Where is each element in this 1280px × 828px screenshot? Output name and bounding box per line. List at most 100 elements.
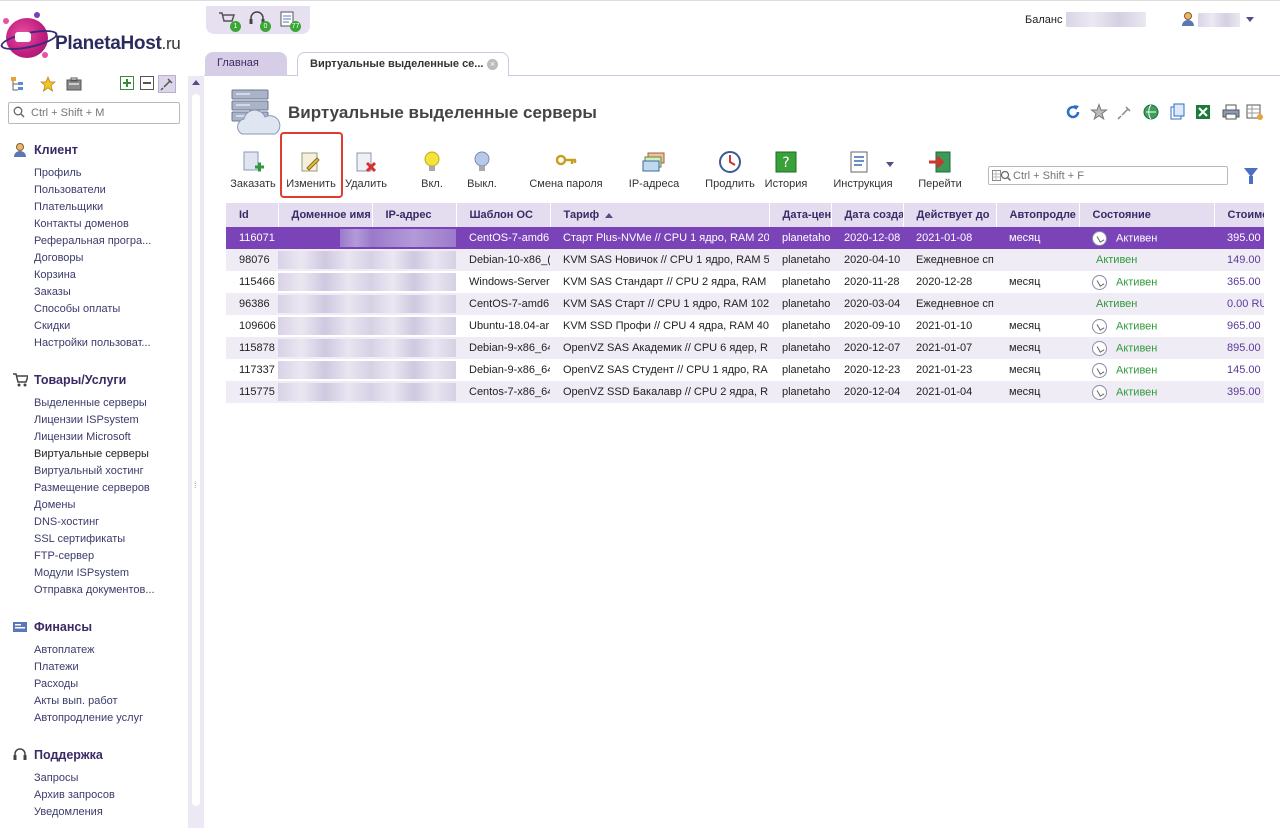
headset-icon xyxy=(12,747,28,763)
col-tariff[interactable]: Тариф xyxy=(550,203,770,227)
nav-item-virtual-hosting[interactable]: Виртуальный хостинг xyxy=(12,463,184,480)
scroll-up-arrow[interactable] xyxy=(192,80,200,85)
nav-item-ispsystem-licenses[interactable]: Лицензии ISPsystem xyxy=(12,412,184,429)
nav-item-ispsystem-modules[interactable]: Модули ISPsystem xyxy=(12,565,184,582)
excel-icon[interactable] xyxy=(1194,103,1212,121)
nav-item-ftp[interactable]: FTP-сервер xyxy=(12,548,184,565)
history-button[interactable]: ? История xyxy=(762,150,810,192)
sidebar-search[interactable] xyxy=(8,102,180,124)
nav-item-autorenew[interactable]: Автопродление услуг xyxy=(12,710,184,727)
copy-icon[interactable] xyxy=(1168,103,1186,121)
star-icon[interactable] xyxy=(1090,103,1108,121)
nav-item-dns-hosting[interactable]: DNS-хостинг xyxy=(12,514,184,531)
tab-home-label: Главная xyxy=(217,57,259,69)
nav-item-expenses[interactable]: Расходы xyxy=(12,676,184,693)
table-row[interactable]: 115466 Windows-Server KVM SAS Стандарт // … xyxy=(226,271,1264,293)
nav-item-acts[interactable]: Акты вып. работ xyxy=(12,693,184,710)
change-password-button[interactable]: Смена пароля xyxy=(526,150,606,192)
nav-item-contracts[interactable]: Договоры xyxy=(12,250,184,267)
nav-item-users[interactable]: Пользователи xyxy=(12,182,184,199)
goto-button[interactable]: Перейти xyxy=(914,150,966,192)
nav-item-virtual-servers[interactable]: Виртуальные серверы xyxy=(12,446,184,463)
briefcase-icon[interactable] xyxy=(66,76,82,92)
nav-group-header[interactable]: Поддержка xyxy=(12,743,184,767)
star-icon[interactable] xyxy=(39,75,57,92)
table-row[interactable]: 117337 Debian-9-x86_64 OpenVZ SAS Студент … xyxy=(226,359,1264,381)
pin-icon[interactable] xyxy=(158,75,176,93)
table-settings-icon[interactable] xyxy=(1246,103,1264,121)
expand-all-icon[interactable] xyxy=(120,76,136,92)
pin-icon[interactable] xyxy=(1116,103,1134,121)
col-id[interactable]: Id xyxy=(226,203,279,227)
nav-item-colocation[interactable]: Размещение серверов xyxy=(12,480,184,497)
nav-item-payment-methods[interactable]: Способы оплаты xyxy=(12,301,184,318)
logo[interactable]: PlanetaHost.ru xyxy=(0,12,200,68)
col-created[interactable]: Дата созда xyxy=(831,203,904,227)
tree-icon[interactable] xyxy=(10,76,26,92)
table-row[interactable]: 109606 Ubuntu-18.04-ar KVM SSD Профи // CP… xyxy=(226,315,1264,337)
nav-item-microsoft-licenses[interactable]: Лицензии Microsoft xyxy=(12,429,184,446)
nav-item-dedicated-servers[interactable]: Выделенные серверы xyxy=(12,395,184,412)
nav-group-header[interactable]: Товары/Услуги xyxy=(12,368,184,392)
nav-item-payments[interactable]: Платежи xyxy=(12,659,184,676)
nav-item-notifications[interactable]: Уведомления xyxy=(12,804,184,821)
nav-item-referral[interactable]: Реферальная програ... xyxy=(12,233,184,250)
print-icon[interactable] xyxy=(1222,103,1240,121)
col-autorenew[interactable]: Автопродле xyxy=(996,203,1080,227)
nav-item-orders[interactable]: Заказы xyxy=(12,284,184,301)
nav-item-cart[interactable]: Корзина xyxy=(12,267,184,284)
row-tariff: Старт Plus-NVMe // CPU 1 ядро, RAM 20 xyxy=(550,227,769,249)
support-icon[interactable]: 0 xyxy=(248,10,271,32)
power-on-button[interactable]: Вкл. xyxy=(414,150,450,192)
nav-item-tickets-archive[interactable]: Архив запросов xyxy=(12,787,184,804)
nav-item-discounts[interactable]: Скидки xyxy=(12,318,184,335)
nav-item-domain-contacts[interactable]: Контакты доменов xyxy=(12,216,184,233)
table-row[interactable]: 115775 Centos-7-x86_64 OpenVZ SSD Бакалавр… xyxy=(226,381,1264,403)
nav-item-autopay[interactable]: Автоплатеж xyxy=(12,642,184,659)
power-off-button[interactable]: Выкл. xyxy=(464,150,500,192)
nav-item-user-settings[interactable]: Настройки пользоват... xyxy=(12,335,184,352)
globe-icon[interactable] xyxy=(1142,103,1160,121)
resize-grip-icon[interactable]: ⁞ xyxy=(194,480,197,490)
close-icon[interactable]: × xyxy=(487,59,498,70)
collapse-all-icon[interactable] xyxy=(140,76,156,92)
refresh-icon[interactable] xyxy=(1064,103,1082,121)
table-row[interactable]: 116071 CentOS-7-amd6 Старт Plus-NVMe // CP… xyxy=(226,227,1264,249)
nav-group-header[interactable]: Клиент xyxy=(12,138,184,162)
ip-addresses-button[interactable]: IP-адреса xyxy=(624,150,684,192)
col-price-date[interactable]: Дата-цен xyxy=(769,203,832,227)
sidebar-scrollbar[interactable]: ⁞ xyxy=(188,76,204,828)
table-search[interactable] xyxy=(988,166,1228,185)
row-price-date: planetaho xyxy=(769,381,831,403)
notifications-icon[interactable]: 77 xyxy=(278,10,301,32)
col-os-template[interactable]: Шаблон ОС xyxy=(456,203,551,227)
col-valid-until[interactable]: Действует до xyxy=(903,203,997,227)
table-row[interactable]: 98076 Debian-10-x86_(KVM SAS Новичок // C… xyxy=(226,249,1264,271)
nav-group-header[interactable]: Финансы xyxy=(12,615,184,639)
add-server-icon xyxy=(241,150,265,174)
cart-icon[interactable]: 1 xyxy=(218,10,241,32)
filter-icon[interactable] xyxy=(1244,168,1258,184)
planet-icon xyxy=(6,18,48,58)
scroll-thumb[interactable] xyxy=(192,94,200,806)
nav-item-profile[interactable]: Профиль xyxy=(12,165,184,182)
sidebar-search-input[interactable] xyxy=(31,105,176,121)
table-row[interactable]: 96386 CentOS-7-amd6 KVM SAS Старт // CPU 1… xyxy=(226,293,1264,315)
col-cost[interactable]: Стоимо xyxy=(1214,203,1265,227)
nav-item-domains[interactable]: Домены xyxy=(12,497,184,514)
nav-item-tickets[interactable]: Запросы xyxy=(12,770,184,787)
renew-button[interactable]: Продлить xyxy=(702,150,758,192)
nav-item-ssl[interactable]: SSL сертификаты xyxy=(12,531,184,548)
nav-item-send-documents[interactable]: Отправка документов... xyxy=(12,582,184,599)
delete-button[interactable]: Удалить xyxy=(342,150,390,192)
nav-item-payers[interactable]: Плательщики xyxy=(12,199,184,216)
table-row[interactable]: 115878 Debian-9-x86_64 OpenVZ SAS Академик… xyxy=(226,337,1264,359)
tab-home[interactable]: Главная xyxy=(205,52,287,76)
tab-virtual-servers[interactable]: Виртуальные выделенные се... × xyxy=(297,52,509,76)
order-button[interactable]: Заказать xyxy=(228,150,278,192)
col-ip[interactable]: IP-адрес xyxy=(372,203,457,227)
col-status[interactable]: Состояние xyxy=(1079,203,1215,227)
instruction-button[interactable]: Инструкция xyxy=(830,150,896,192)
table-search-input[interactable] xyxy=(1013,168,1213,183)
col-domain[interactable]: Доменное имя xyxy=(278,203,373,227)
